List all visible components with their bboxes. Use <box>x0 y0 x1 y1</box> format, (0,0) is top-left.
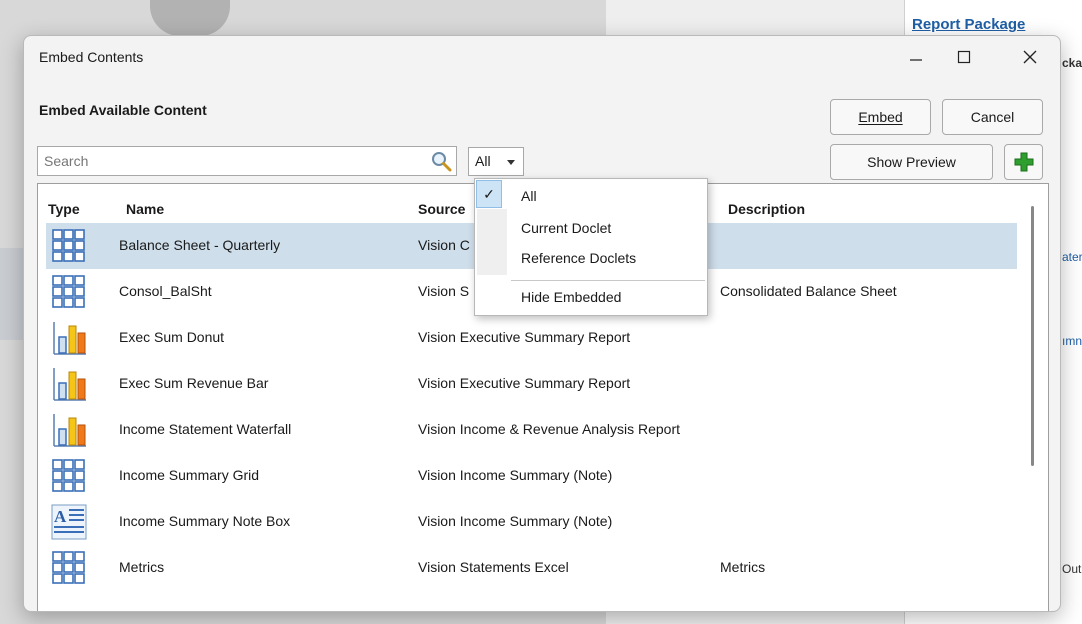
table-row[interactable]: Exec Sum Revenue Bar Vision Executive Sum… <box>46 361 1017 407</box>
cancel-button[interactable]: Cancel <box>942 99 1043 135</box>
show-preview-button-label: Show Preview <box>867 154 956 170</box>
menu-gutter <box>477 209 507 275</box>
add-button[interactable] <box>1004 144 1043 180</box>
column-header-source[interactable]: Source <box>418 201 465 217</box>
close-button[interactable] <box>1010 42 1050 72</box>
embed-button[interactable]: Embed <box>830 99 931 135</box>
column-header-name[interactable]: Name <box>126 201 164 217</box>
menu-separator <box>511 280 705 281</box>
grid-icon <box>52 229 85 262</box>
cell-name: Metrics <box>119 559 165 575</box>
search-icon[interactable] <box>430 150 452 172</box>
cell-name: Income Statement Waterfall <box>119 421 292 437</box>
grid-icon <box>52 275 85 308</box>
background-clipped-text: ater <box>1062 250 1082 264</box>
cell-source: Vision Income Summary (Note) <box>418 513 613 529</box>
cell-name: Income Summary Grid <box>119 467 260 483</box>
text-box-icon: A <box>51 504 87 540</box>
section-heading: Embed Available Content <box>39 102 207 118</box>
filter-dropdown[interactable]: All <box>468 147 524 176</box>
search-input[interactable]: Search <box>37 146 457 176</box>
background-clipped-text: cka <box>1062 56 1082 70</box>
cell-source: Vision Statements Excel <box>418 559 569 575</box>
grid-icon <box>52 459 85 492</box>
show-preview-button[interactable]: Show Preview <box>830 144 993 180</box>
cancel-button-label: Cancel <box>970 109 1015 125</box>
table-row[interactable]: A Income Summary Note Box Vision Income Su… <box>46 499 1017 545</box>
menu-item-current-doclet[interactable]: Current Doclet <box>521 220 611 236</box>
checkmark-icon: ✓ <box>476 180 502 208</box>
dialog-titlebar[interactable]: Embed Contents <box>24 36 1060 78</box>
cell-source: Vision C <box>418 237 470 253</box>
table-row[interactable]: Exec Sum Donut Vision Executive Summary R… <box>46 315 1017 361</box>
cell-name: Consol_BalSht <box>119 283 212 299</box>
bar-chart-icon <box>53 368 86 401</box>
vertical-scrollbar[interactable] <box>1031 206 1034 466</box>
bar-chart-icon <box>53 414 86 447</box>
maximize-icon <box>957 50 971 64</box>
dialog-title: Embed Contents <box>39 49 144 65</box>
cell-source: Vision S <box>418 283 470 299</box>
menu-item-reference-doclets[interactable]: Reference Doclets <box>521 250 636 266</box>
cell-source: Vision Executive Summary Report <box>418 375 631 391</box>
cell-name: Exec Sum Donut <box>119 329 225 345</box>
filter-menu: ✓ All Current Doclet Reference Doclets H… <box>474 178 708 316</box>
table-row[interactable]: Income Statement Waterfall Vision Income … <box>46 407 1017 453</box>
menu-item-all[interactable]: All <box>521 188 537 204</box>
maximize-button[interactable] <box>944 42 984 72</box>
cell-name: Exec Sum Revenue Bar <box>119 375 269 391</box>
column-header-description[interactable]: Description <box>728 201 805 217</box>
table-row[interactable]: Metrics Vision Statements Excel Metrics <box>46 545 1017 591</box>
minimize-button[interactable] <box>896 42 936 72</box>
plus-icon <box>1014 152 1033 172</box>
filter-selected-value: All <box>475 153 491 169</box>
svg-text:A: A <box>54 507 67 526</box>
close-icon <box>1023 50 1037 64</box>
cell-source: Vision Executive Summary Report <box>418 329 631 345</box>
embed-button-label: Embed <box>858 109 903 125</box>
cell-description: Consolidated Balance Sheet <box>720 283 897 299</box>
background-clipped-text: Out <box>1062 562 1082 576</box>
cell-name: Income Summary Note Box <box>119 513 291 529</box>
report-package-link[interactable]: Report Package <box>912 16 1025 33</box>
background-clipped-text: ımn <box>1062 334 1082 348</box>
chevron-down-icon <box>507 160 515 165</box>
bar-chart-icon <box>53 322 86 355</box>
embed-contents-dialog: Embed Contents Embed Available Content E… <box>23 35 1061 612</box>
menu-item-hide-embedded[interactable]: Hide Embedded <box>521 289 621 305</box>
minimize-icon <box>910 59 922 61</box>
cell-description: Metrics <box>720 559 766 575</box>
cell-source: Vision Income & Revenue Analysis Report <box>418 421 680 437</box>
cell-source: Vision Income Summary (Note) <box>418 467 613 483</box>
table-row[interactable]: Income Summary Grid Vision Income Summary… <box>46 453 1017 499</box>
grid-icon <box>52 551 85 584</box>
search-placeholder: Search <box>44 153 89 169</box>
column-header-type[interactable]: Type <box>48 201 80 217</box>
cell-name: Balance Sheet - Quarterly <box>119 237 281 253</box>
